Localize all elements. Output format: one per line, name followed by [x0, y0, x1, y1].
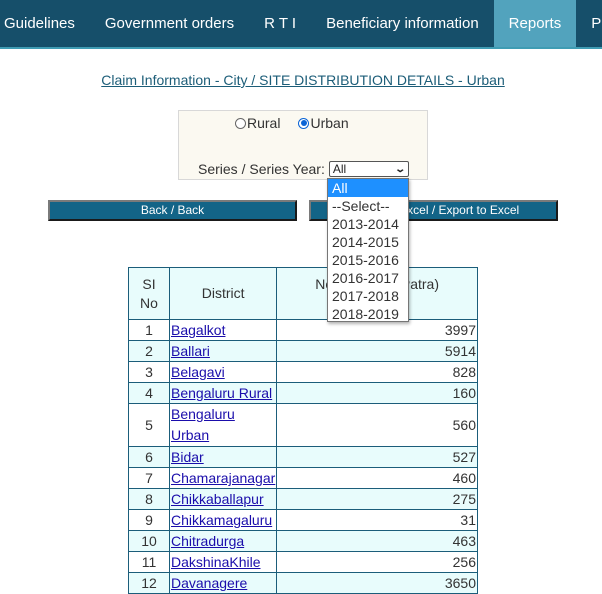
cell-sl-no: 8: [128, 488, 170, 510]
district-link[interactable]: Chikkaballapur: [171, 491, 264, 507]
cell-value: 463: [276, 530, 478, 552]
back-button[interactable]: Back / Back: [48, 200, 297, 221]
dropdown-option[interactable]: 2015-2016: [328, 251, 408, 269]
district-link[interactable]: Chamarajanagar: [171, 470, 275, 486]
dropdown-option[interactable]: 2016-2017: [328, 269, 408, 287]
chevron-down-icon: ⌄: [394, 163, 407, 175]
cell-district: Bagalkot: [168, 319, 278, 341]
district-table: SINo District No. of (HakkuPatra) 1Bagal…: [128, 267, 478, 594]
cell-sl-no: 11: [128, 551, 170, 573]
area-radio-group: Rural Urban: [235, 115, 349, 131]
nav-reports[interactable]: Reports: [493, 0, 577, 47]
cell-sl-no: 3: [128, 361, 170, 383]
cell-value: 160: [276, 382, 478, 404]
dropdown-option[interactable]: 2018-2019: [328, 305, 408, 323]
dropdown-option[interactable]: 2014-2015: [328, 233, 408, 251]
series-year-dropdown: All --Select-- 2013-2014 2014-2015 2015-…: [327, 178, 409, 322]
cell-value: 828: [276, 361, 478, 383]
district-link[interactable]: Bidar: [171, 449, 204, 465]
cell-value: 256: [276, 551, 478, 573]
district-link[interactable]: Chikkamagaluru: [171, 512, 272, 528]
nav-photo[interactable]: Photo: [576, 0, 602, 47]
nav-government-orders[interactable]: Government orders: [90, 0, 249, 47]
cell-district: Ballari: [168, 340, 278, 362]
table-row: 8 Chikkaballapur 275: [128, 488, 478, 510]
cell-district: Chikkaballapur: [168, 488, 278, 510]
cell-district: Bengaluru Rural: [168, 382, 278, 404]
table-row: 6 Bidar 527: [128, 446, 478, 468]
nav-beneficiary-information[interactable]: Beneficiary information: [311, 0, 494, 47]
header-sl-no: SI No: [128, 267, 170, 320]
page-title-link[interactable]: Claim Information - City / SITE DISTRIBU…: [101, 72, 504, 88]
cell-sl-no: 4: [128, 382, 170, 404]
cell-value: 527: [276, 446, 478, 468]
district-link[interactable]: Ballari: [171, 343, 210, 359]
cell-sl-no: 10: [128, 530, 170, 552]
cell-district: Bidar: [168, 446, 278, 468]
cell-sl-no: 9: [128, 509, 170, 531]
dropdown-option[interactable]: --Select--: [328, 197, 408, 215]
table-row: 3 Belagavi 828: [128, 361, 478, 383]
cell-value: 3650: [276, 572, 478, 594]
series-label: Series / Series Year:: [198, 161, 325, 177]
cell-sl-no: 7: [128, 467, 170, 489]
district-link[interactable]: Davanagere: [171, 575, 247, 591]
table-row: 11 DakshinaKhile 256: [128, 551, 478, 573]
nav-rti[interactable]: R T I: [249, 0, 311, 47]
top-nav: Guidelines Government orders R T I Benef…: [0, 0, 602, 49]
cell-sl-no: 5: [128, 403, 170, 447]
series-row: Series / Series Year: All ⌄: [198, 161, 409, 177]
filter-panel: Rural Urban Series / Series Year: All ⌄: [178, 110, 428, 180]
cell-value: 560: [276, 403, 478, 447]
radio-rural[interactable]: [235, 117, 246, 129]
table-row: 1 Bagalkot 3997: [128, 319, 478, 341]
district-link[interactable]: Bengaluru Rural: [171, 385, 272, 401]
cell-sl-no: 2: [128, 340, 170, 362]
series-year-select[interactable]: All ⌄: [328, 161, 409, 177]
page-title: Claim Information - City / SITE DISTRIBU…: [0, 72, 602, 88]
cell-district: Belagavi: [168, 361, 278, 383]
cell-district: Davanagere: [168, 572, 278, 594]
district-link[interactable]: Belagavi: [171, 364, 225, 380]
radio-urban-option[interactable]: Urban: [298, 115, 349, 131]
cell-value: 5914: [276, 340, 478, 362]
table-row: 4 Bengaluru Rural 160: [128, 382, 478, 404]
dropdown-option[interactable]: 2017-2018: [328, 287, 408, 305]
table-row: 5 Bengaluru Urban 560: [128, 403, 478, 447]
district-link[interactable]: Chitradurga: [171, 533, 244, 549]
cell-value: 460: [276, 467, 478, 489]
cell-value: 31: [276, 509, 478, 531]
cell-sl-no: 1: [128, 319, 170, 341]
radio-urban-label: Urban: [310, 115, 349, 131]
header-district: District: [168, 267, 278, 320]
table-row: 7 Chamarajanagar 460: [128, 467, 478, 489]
cell-district: Bengaluru Urban: [168, 403, 278, 447]
district-link[interactable]: Bagalkot: [171, 322, 225, 338]
dropdown-option[interactable]: All: [328, 179, 408, 197]
district-link[interactable]: DakshinaKhile: [171, 554, 261, 570]
dropdown-option[interactable]: 2013-2014: [328, 215, 408, 233]
cell-sl-no: 6: [128, 446, 170, 468]
table-row: 9 Chikkamagaluru 31: [128, 509, 478, 531]
table-row: 12 Davanagere 3650: [128, 572, 478, 594]
nav-guidelines[interactable]: Guidelines: [0, 0, 90, 47]
cell-sl-no: 12: [128, 572, 170, 594]
cell-district: Chitradurga: [168, 530, 278, 552]
cell-district: Chamarajanagar: [168, 467, 278, 489]
radio-rural-option[interactable]: Rural: [235, 115, 280, 131]
table-header-row: SINo District No. of (HakkuPatra): [128, 267, 478, 320]
district-link[interactable]: Bengaluru Urban: [171, 406, 235, 443]
radio-urban[interactable]: [298, 117, 310, 129]
cell-district: Chikkamagaluru: [168, 509, 278, 531]
cell-value: 275: [276, 488, 478, 510]
cell-district: DakshinaKhile: [168, 551, 278, 573]
table-row: 10 Chitradurga 463: [128, 530, 478, 552]
series-year-value: All: [332, 162, 347, 176]
radio-rural-label: Rural: [247, 115, 281, 131]
table-row: 2 Ballari 5914: [128, 340, 478, 362]
